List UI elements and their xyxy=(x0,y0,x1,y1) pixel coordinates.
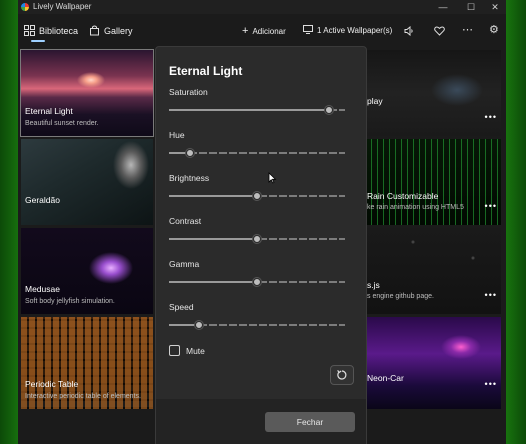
slider-thumb[interactable] xyxy=(194,321,203,329)
particles-thumbnail xyxy=(353,228,501,314)
tab-library[interactable]: Biblioteca xyxy=(24,24,78,38)
card-description: Soft body jellyfish simulation. xyxy=(25,298,115,305)
wallpaper-card-particles[interactable]: s.js s engine github page. ••• xyxy=(353,228,501,314)
wallpaper-card-periodic-table[interactable]: Periodic Table Interactive periodic tabl… xyxy=(21,317,153,409)
slider-thumb[interactable] xyxy=(253,278,261,286)
maximize-button[interactable]: ☐ xyxy=(460,0,482,14)
slider-fill xyxy=(169,195,257,197)
card-description: s engine github page. xyxy=(367,293,434,300)
slider-fill xyxy=(169,238,257,240)
slider-track xyxy=(169,152,345,154)
geraldao-thumbnail xyxy=(21,139,153,225)
bag-icon xyxy=(90,25,99,36)
gamma-label: Gamma xyxy=(169,259,200,269)
plus-icon: + xyxy=(242,25,249,37)
minimize-button[interactable]: — xyxy=(432,0,454,14)
more-options-icon[interactable]: ⋯ xyxy=(462,23,474,36)
mute-label: Mute xyxy=(186,346,205,356)
hue-label: Hue xyxy=(169,130,185,140)
active-wallpapers-label: 1 Active Wallpaper(s) xyxy=(317,26,393,35)
rain-thumbnail xyxy=(353,139,501,225)
gear-icon[interactable]: ⚙ xyxy=(489,23,499,36)
card-description: Beautiful sunset render. xyxy=(25,120,99,127)
tab-library-label: Biblioteca xyxy=(39,26,79,36)
card-title: Periodic Table xyxy=(25,379,79,389)
wallpaper-card-eternal-light[interactable]: Eternal Light Beautiful sunset render. xyxy=(20,49,154,137)
reset-button[interactable] xyxy=(330,365,354,385)
hue-slider[interactable] xyxy=(169,149,345,157)
card-title: Eternal Light xyxy=(25,106,73,116)
app-window: Lively Wallpaper — ☐ ✕ Biblioteca Galler… xyxy=(18,0,506,444)
wallpaper-card-rain[interactable]: Rain Customizable ke rain animation usin… xyxy=(353,139,501,225)
card-title: s.js xyxy=(367,280,380,290)
card-title: Medusae xyxy=(25,284,60,294)
monitor-icon xyxy=(303,25,313,34)
card-menu-icon[interactable]: ••• xyxy=(485,290,497,300)
contrast-slider[interactable] xyxy=(169,235,345,243)
heart-icon[interactable] xyxy=(434,26,445,36)
brightness-slider[interactable] xyxy=(169,192,345,200)
wallpaper-card-play[interactable]: play ••• xyxy=(353,50,501,136)
gamma-slider[interactable] xyxy=(169,278,345,286)
card-description: ke rain animation using HTML5 xyxy=(367,204,464,211)
card-menu-icon[interactable]: ••• xyxy=(485,112,497,122)
card-description: Interactive periodic table of elements. xyxy=(25,393,141,400)
card-menu-icon[interactable]: ••• xyxy=(485,201,497,211)
active-tab-indicator xyxy=(31,40,45,42)
dialog-footer: Fechar xyxy=(156,399,366,444)
card-title: Rain Customizable xyxy=(367,191,439,201)
slider-thumb[interactable] xyxy=(253,235,261,243)
active-wallpapers-button[interactable]: 1 Active Wallpaper(s) xyxy=(303,25,392,37)
card-title: play xyxy=(367,96,383,106)
app-title: Lively Wallpaper xyxy=(33,2,92,11)
saturation-label: Saturation xyxy=(169,87,208,97)
title-bar[interactable]: Lively Wallpaper — ☐ ✕ xyxy=(18,0,506,14)
wallpaper-card-medusae[interactable]: Medusae Soft body jellyfish simulation. xyxy=(21,228,153,314)
nav-bar: Biblioteca Gallery + Adicionar 1 Active W… xyxy=(18,18,506,44)
play-thumbnail xyxy=(353,50,501,136)
slider-thumb[interactable] xyxy=(325,106,334,114)
slider-fill xyxy=(169,281,257,283)
mouse-cursor-icon xyxy=(268,172,277,184)
wallpaper-card-neon-car[interactable]: Neon-Car ••• xyxy=(353,317,501,409)
tab-gallery[interactable]: Gallery xyxy=(89,24,133,38)
speed-label: Speed xyxy=(169,302,194,312)
dialog-title: Eternal Light xyxy=(169,64,243,78)
volume-icon[interactable] xyxy=(404,26,414,36)
close-dialog-button[interactable]: Fechar xyxy=(265,412,355,432)
grid-icon xyxy=(24,25,35,36)
saturation-slider[interactable] xyxy=(169,106,345,114)
close-window-button[interactable]: ✕ xyxy=(484,0,506,14)
slider-fill xyxy=(169,109,330,111)
reset-icon xyxy=(337,370,347,380)
app-logo-icon xyxy=(21,3,29,11)
add-wallpaper-button[interactable]: + Adicionar xyxy=(242,25,286,37)
add-wallpaper-label: Adicionar xyxy=(252,27,286,36)
slider-thumb[interactable] xyxy=(186,149,195,157)
speed-slider[interactable] xyxy=(169,321,345,329)
wallpaper-card-geraldao[interactable]: Geraldão xyxy=(21,139,153,225)
customize-dialog: Eternal Light Saturation Hue Brightness … xyxy=(155,46,367,444)
tab-gallery-label: Gallery xyxy=(104,26,133,36)
neon-car-thumbnail xyxy=(353,317,501,409)
card-title: Neon-Car xyxy=(367,373,404,383)
contrast-label: Contrast xyxy=(169,216,202,226)
brightness-label: Brightness xyxy=(169,173,210,183)
card-title: Geraldão xyxy=(25,195,60,205)
slider-thumb[interactable] xyxy=(253,192,261,200)
mute-checkbox[interactable] xyxy=(169,345,180,356)
card-menu-icon[interactable]: ••• xyxy=(485,379,497,389)
